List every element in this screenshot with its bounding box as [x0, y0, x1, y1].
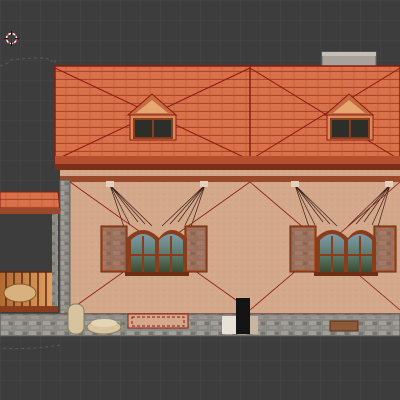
3d-viewport[interactable] [0, 0, 400, 400]
viewport-scene [0, 0, 400, 400]
3d-cursor-icon[interactable] [4, 31, 19, 46]
house-model[interactable] [0, 51, 400, 337]
stone-pillar [59, 179, 71, 316]
porch [0, 191, 61, 312]
